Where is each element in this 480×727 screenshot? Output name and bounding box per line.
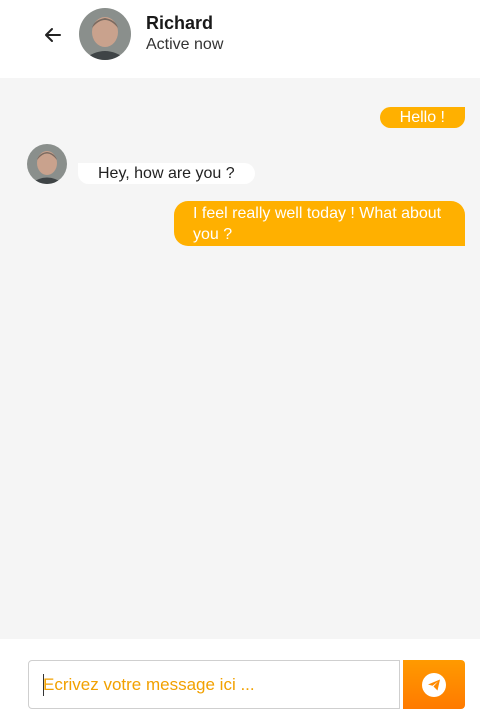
message-composer [0, 639, 480, 727]
sender-avatar [27, 144, 67, 184]
arrow-left-icon [45, 28, 61, 42]
send-button[interactable] [403, 660, 465, 709]
send-icon-circle [422, 672, 446, 697]
chat-header: Richard Active now [0, 0, 480, 78]
contact-status: Active now [146, 36, 224, 53]
message-input-container [28, 660, 400, 709]
contact-info: Richard Active now [146, 12, 223, 56]
message-bubble-outgoing: Hello ! [379, 107, 465, 128]
message-list[interactable]: Hello ! Hey, how are you ? I feel really… [0, 78, 480, 639]
paper-plane-icon [428, 679, 440, 690]
message-input[interactable] [29, 661, 399, 708]
text-cursor [43, 674, 44, 696]
message-bubble-outgoing: I feel really well today ! What about yo… [174, 201, 465, 246]
back-button[interactable] [40, 22, 66, 48]
contact-avatar[interactable] [79, 8, 131, 60]
contact-name: Richard [146, 13, 214, 33]
message-bubble-incoming: Hey, how are you ? [78, 163, 255, 184]
